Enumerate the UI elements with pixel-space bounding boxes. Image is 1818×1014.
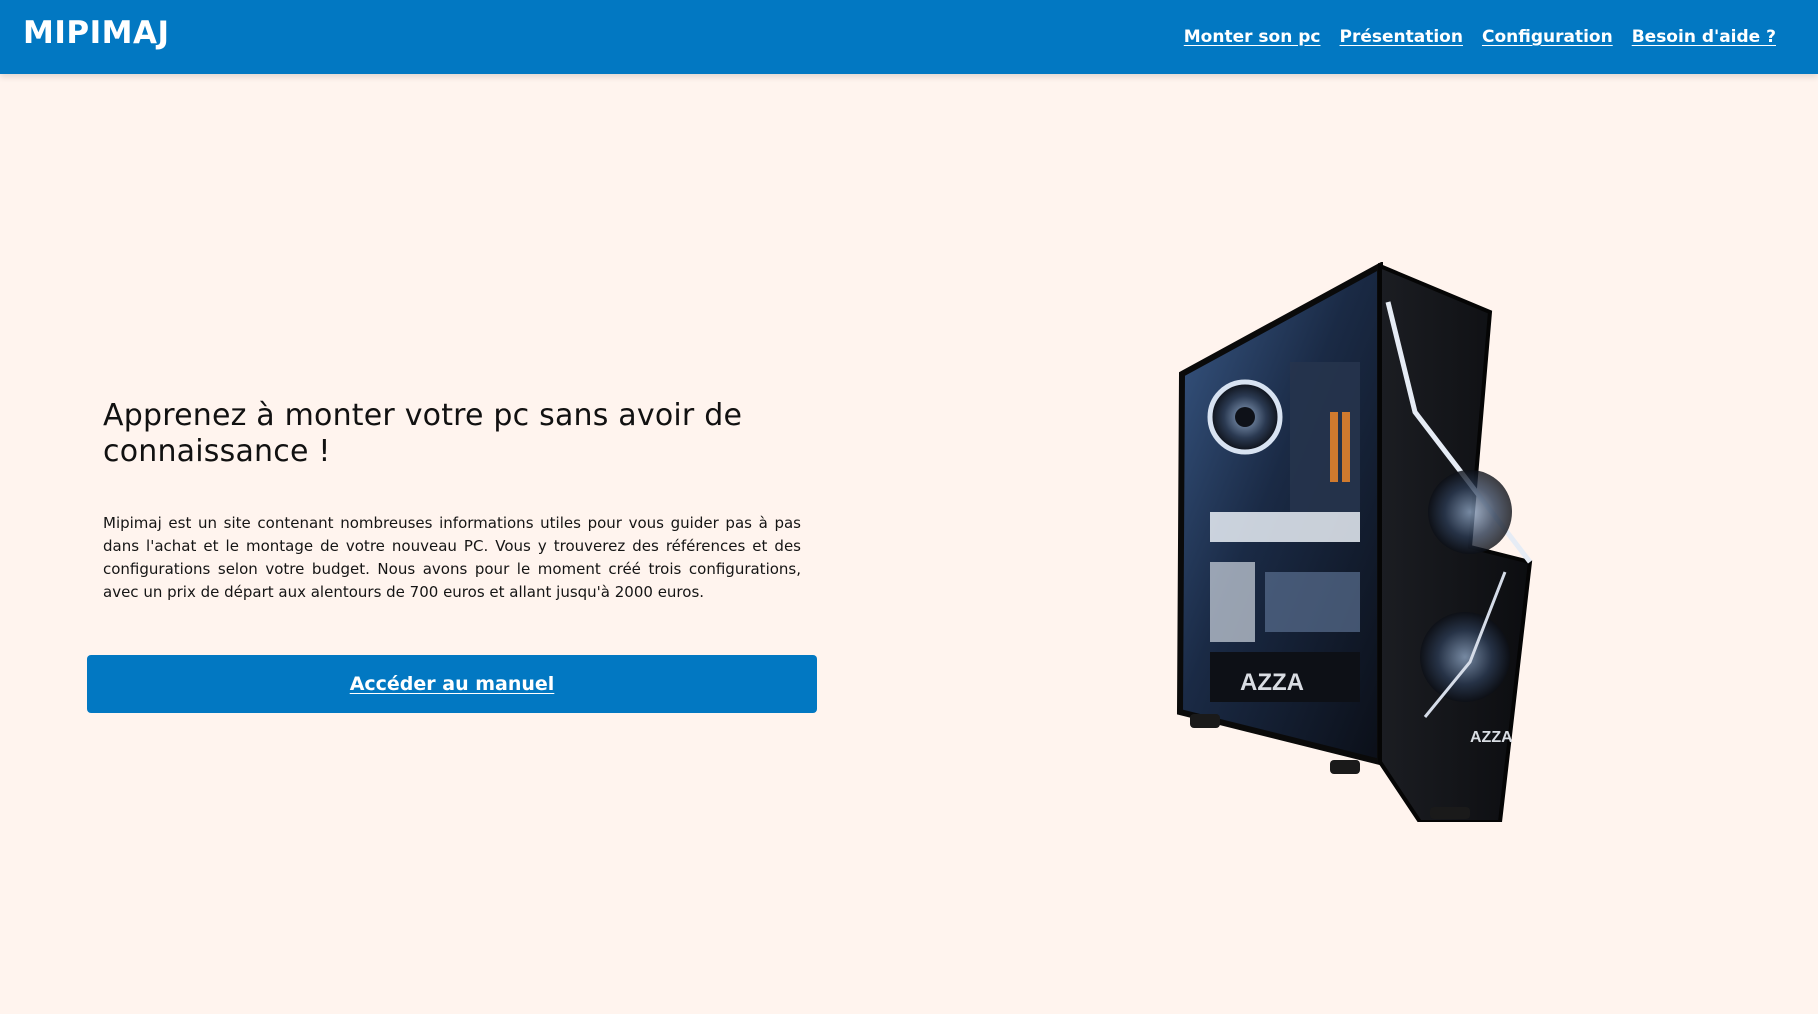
access-manual-button-label: Accéder au manuel (349, 673, 555, 695)
site-logo[interactable]: MIPIMAJ (23, 13, 170, 53)
nav-link-presentation[interactable]: Présentation (1340, 24, 1463, 50)
hero-title: Apprenez à monter votre pc sans avoir de… (103, 398, 743, 469)
svg-text:AZZA: AZZA (1240, 669, 1304, 696)
hero-description: Mipimaj est un site contenant nombreuses… (103, 514, 801, 601)
nav-link-besoin-d-aide[interactable]: Besoin d'aide ? (1632, 24, 1776, 50)
main-nav: Monter son pc Présentation Configuration… (1184, 24, 1776, 50)
nav-link-configuration[interactable]: Configuration (1482, 24, 1613, 50)
hero-text-section: Apprenez à monter votre pc sans avoir de… (103, 398, 801, 604)
top-navigation-bar: MIPIMAJ Monter son pc Présentation Confi… (0, 0, 1818, 74)
access-manual-button[interactable]: Accéder au manuel (87, 655, 817, 713)
svg-text:AZZA: AZZA (1470, 729, 1513, 746)
pc-tower-case-image: AZZA AZZA (1170, 260, 1570, 824)
nav-link-monter-son-pc[interactable]: Monter son pc (1184, 24, 1321, 50)
